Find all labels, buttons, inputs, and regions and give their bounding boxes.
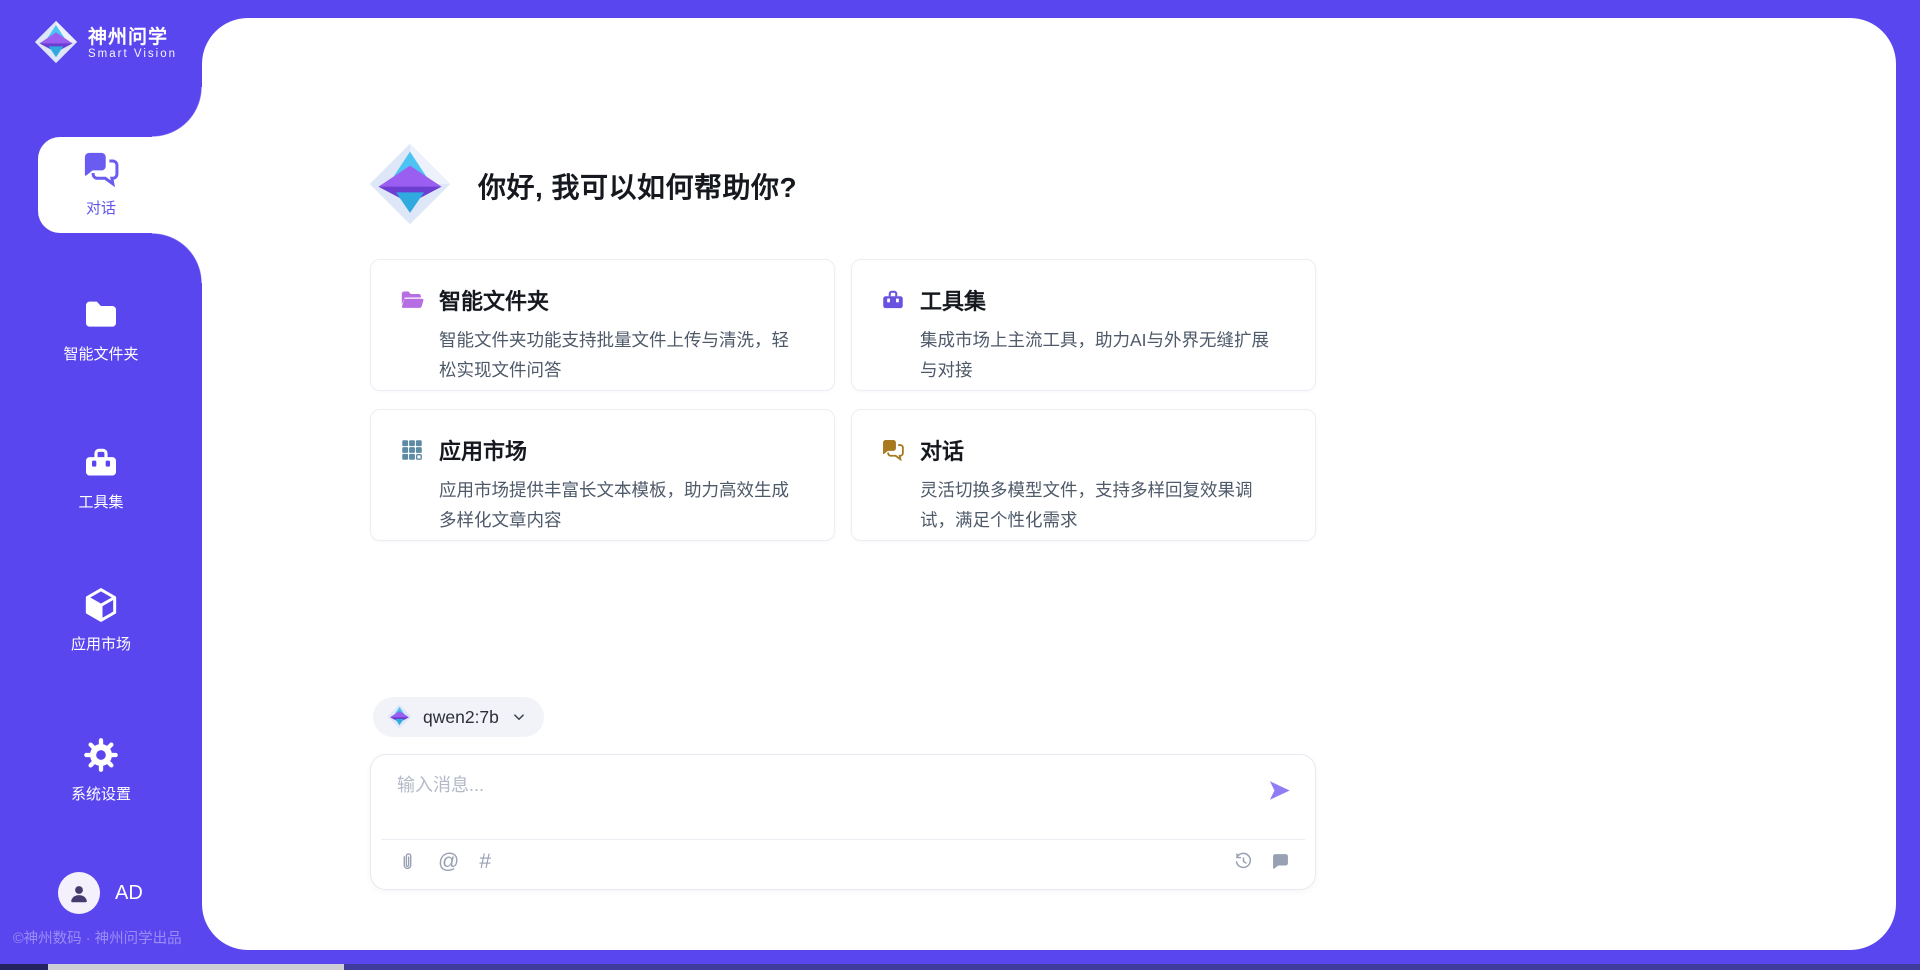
- sidebar-item-label: 应用市场: [71, 633, 131, 654]
- brand: 神州问学 Smart Vision: [34, 20, 177, 67]
- app-title: 神州问学: [88, 27, 177, 49]
- card-app-market[interactable]: 应用市场 应用市场提供丰富长文本模板，助力高效生成多样化文章内容: [370, 409, 835, 541]
- composer-toolbar-right: [1233, 851, 1291, 872]
- card-title: 应用市场: [439, 434, 527, 466]
- tab-fillet-top: [152, 87, 202, 137]
- tab-fillet-bottom: [152, 233, 202, 283]
- card-chat[interactable]: 对话 灵活切换多模型文件，支持多样回复效果调试，满足个性化需求: [851, 409, 1316, 541]
- attachment-icon: [397, 851, 418, 872]
- card-description: 集成市场上主流工具，助力AI与外界无缝扩展与对接: [920, 325, 1279, 385]
- send-button[interactable]: [1265, 777, 1293, 805]
- card-title: 智能文件夹: [439, 284, 549, 316]
- app-window: 神州问学 Smart Vision 对话 智能文件夹: [0, 0, 1920, 970]
- card-title: 对话: [920, 434, 964, 466]
- history-icon: [1233, 851, 1254, 872]
- person-icon: [66, 880, 92, 906]
- card-description: 灵活切换多模型文件，支持多样回复效果调试，满足个性化需求: [920, 475, 1279, 535]
- toolbox-icon: [880, 287, 906, 313]
- mention-icon: @: [438, 851, 459, 872]
- avatar: [58, 872, 100, 914]
- composer-divider: [381, 839, 1305, 840]
- sidebar: 神州问学 Smart Vision 对话 智能文件夹: [0, 0, 202, 970]
- sidebar-item-settings[interactable]: 系统设置: [0, 734, 202, 804]
- brand-diamond-icon: [34, 20, 78, 67]
- chat-bubbles-icon: [80, 148, 122, 190]
- card-description: 智能文件夹功能支持批量文件上传与清洗，轻松实现文件问答: [439, 325, 798, 385]
- comment-button[interactable]: [1270, 851, 1291, 872]
- sidebar-item-label: 系统设置: [71, 783, 131, 804]
- message-input[interactable]: [397, 771, 1237, 829]
- hashtag-icon: #: [479, 851, 491, 872]
- send-icon: [1266, 777, 1293, 804]
- cube-icon: [80, 584, 122, 626]
- brand-text: 神州问学 Smart Vision: [88, 27, 177, 61]
- toolbox-icon: [80, 442, 122, 484]
- sidebar-item-smart-folder[interactable]: 智能文件夹: [0, 294, 202, 364]
- scrollbar-thumb[interactable]: [48, 964, 344, 970]
- folder-open-icon: [399, 287, 425, 313]
- chevron-down-icon: [510, 708, 528, 726]
- apps-grid-icon: [399, 437, 425, 463]
- card-description: 应用市场提供丰富长文本模板，助力高效生成多样化文章内容: [439, 475, 798, 535]
- message-composer: @ #: [370, 754, 1316, 890]
- model-name: qwen2:7b: [423, 707, 499, 728]
- user-account[interactable]: AD: [58, 872, 143, 914]
- sidebar-item-app-market[interactable]: 应用市场: [0, 584, 202, 654]
- folder-icon: [80, 294, 122, 336]
- user-initials: AD: [115, 882, 143, 905]
- sidebar-item-toolset[interactable]: 工具集: [0, 442, 202, 512]
- greeting-title: 你好, 我可以如何帮助你?: [478, 166, 797, 206]
- brand-diamond-icon: [368, 142, 452, 230]
- card-title: 工具集: [920, 284, 986, 316]
- card-toolset[interactable]: 工具集 集成市场上主流工具，助力AI与外界无缝扩展与对接: [851, 259, 1316, 391]
- gear-icon: [80, 734, 122, 776]
- history-button[interactable]: [1233, 851, 1254, 872]
- scrollbar-corner: [0, 964, 48, 970]
- composer-toolbar-left: @ #: [397, 851, 491, 872]
- chat-bubbles-icon: [880, 437, 906, 463]
- copyright-text: ©神州数码 · 神州问学出品: [13, 927, 182, 948]
- attachment-button[interactable]: [397, 851, 418, 872]
- card-smart-folder[interactable]: 智能文件夹 智能文件夹功能支持批量文件上传与清洗，轻松实现文件问答: [370, 259, 835, 391]
- feature-cards: 智能文件夹 智能文件夹功能支持批量文件上传与清洗，轻松实现文件问答 工具集 集成…: [370, 259, 1316, 541]
- comment-icon: [1270, 851, 1291, 872]
- hashtag-button[interactable]: #: [479, 851, 491, 872]
- sidebar-item-chat[interactable]: 对话: [0, 148, 202, 218]
- greeting-row: 你好, 我可以如何帮助你?: [368, 140, 797, 232]
- model-selector[interactable]: qwen2:7b: [373, 697, 544, 737]
- sidebar-item-label: 工具集: [78, 491, 123, 512]
- sidebar-item-label: 智能文件夹: [63, 343, 138, 364]
- brand-diamond-icon: [387, 704, 412, 730]
- sidebar-item-label: 对话: [86, 197, 116, 218]
- app-subtitle: Smart Vision: [88, 48, 177, 60]
- horizontal-scrollbar[interactable]: [0, 964, 1920, 970]
- mention-button[interactable]: @: [438, 851, 459, 872]
